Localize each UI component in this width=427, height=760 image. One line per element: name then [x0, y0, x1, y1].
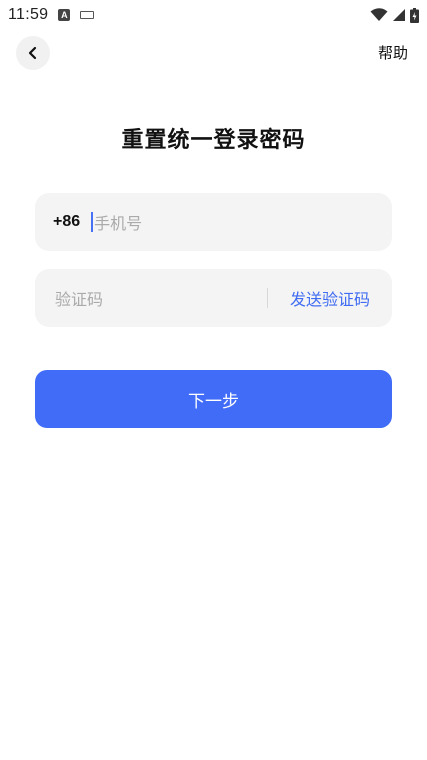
- signal-icon: [393, 9, 405, 21]
- status-bar-right: [370, 7, 419, 23]
- back-button[interactable]: [16, 36, 50, 70]
- status-time: 11:59: [8, 6, 49, 23]
- phone-field[interactable]: +86 手机号: [35, 193, 392, 251]
- verification-code-input[interactable]: 验证码: [55, 286, 267, 310]
- chevron-left-icon: [28, 46, 37, 60]
- wifi-icon: [370, 8, 388, 21]
- keyboard-icon: [80, 11, 95, 19]
- verification-code-field[interactable]: 验证码 发送验证码: [35, 269, 392, 327]
- header-bar: 帮助: [0, 36, 427, 72]
- status-bar-left: 11:59 A: [8, 6, 95, 24]
- phone-input[interactable]: 手机号: [94, 210, 142, 234]
- next-step-button[interactable]: 下一步: [35, 370, 392, 428]
- page-title: 重置统一登录密码: [121, 128, 306, 153]
- help-link[interactable]: 帮助: [378, 42, 408, 63]
- status-bar: 11:59 A: [0, 0, 427, 30]
- country-code-prefix[interactable]: +86: [53, 213, 80, 231]
- send-code-button[interactable]: 发送验证码: [290, 286, 370, 310]
- text-cursor: [91, 212, 94, 232]
- field-divider: [266, 288, 268, 308]
- battery-charging-icon: [410, 7, 419, 23]
- a-notification-icon: A: [58, 9, 71, 21]
